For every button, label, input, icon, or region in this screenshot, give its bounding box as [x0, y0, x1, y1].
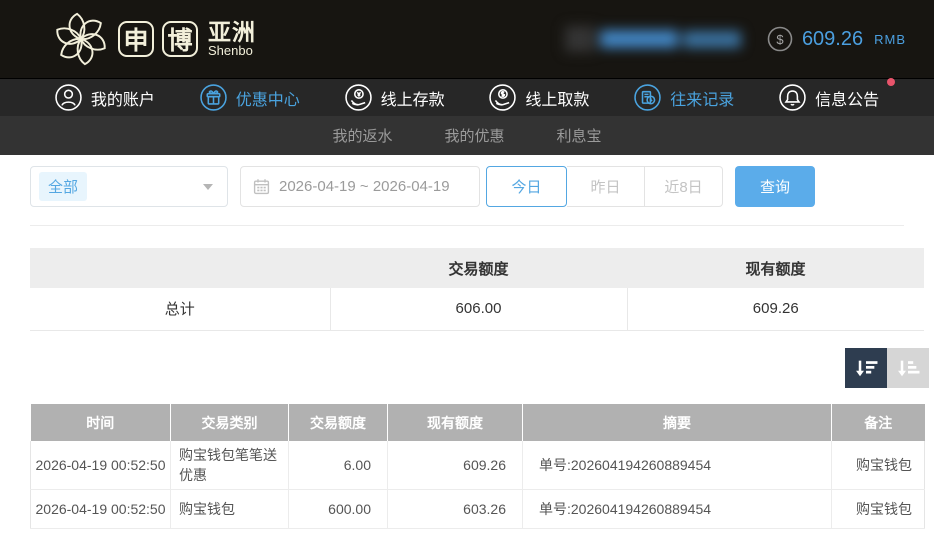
withdraw-icon [489, 84, 517, 111]
cell-summary: 单号:202604194260889454 [522, 441, 832, 490]
balance-amount: 609.26 [801, 27, 864, 50]
sort-descending-button[interactable] [845, 348, 887, 388]
search-button[interactable]: 查询 [735, 166, 815, 207]
summary-header-transaction: 交易额度 [330, 248, 627, 288]
sort-ascending-button[interactable] [887, 348, 929, 388]
nav-item-announcements[interactable]: 信息公告 [779, 78, 896, 111]
summary-header-empty [30, 248, 330, 288]
nav-label: 优惠中心 [235, 91, 300, 109]
brand-region: 亚洲 [208, 19, 256, 46]
summary-total-label: 总计 [30, 288, 331, 331]
table-row: 2026-04-19 00:52:50 购宝钱包笔笔送优惠 6.00 609.2… [30, 441, 925, 490]
col-header-amount: 交易额度 [288, 404, 388, 441]
account-area: $ 609.26 RMB [564, 26, 906, 52]
user-icon [55, 84, 82, 111]
gift-icon [199, 84, 227, 111]
nav-item-transaction-records[interactable]: 往来记录 [634, 84, 734, 111]
brand-char-2: 博 [162, 21, 198, 57]
nav-label: 线上取款 [525, 91, 590, 109]
last-8-days-button[interactable]: 近8日 [645, 166, 723, 207]
summary-header-balance: 现有额度 [627, 248, 924, 288]
records-table: 时间 交易类别 交易额度 现有额度 摘要 备注 2026-04-19 00:52… [30, 404, 925, 529]
main-nav: 我的账户 优惠中心 线上存款 线上取款 往来记录 信息公告 [0, 78, 934, 116]
sort-controls [845, 348, 929, 388]
cell-time: 2026-04-19 00:52:50 [30, 441, 171, 490]
col-header-summary: 摘要 [522, 404, 832, 441]
table-row: 2026-04-19 00:52:50 购宝钱包 600.00 603.26 单… [30, 489, 925, 529]
top-header: 申 博 亚洲 Shenbo $ 609.26 RMB [0, 0, 934, 78]
nav-label: 我的账户 [90, 91, 155, 109]
col-header-balance: 现有额度 [387, 404, 523, 441]
section-divider [30, 225, 904, 226]
notification-dot [887, 78, 896, 86]
balance-currency: RMB [874, 31, 906, 47]
cell-amount: 600.00 [288, 489, 388, 529]
nav-label: 线上存款 [380, 91, 445, 109]
subnav-item-promos[interactable]: 我的优惠 [444, 125, 504, 146]
cell-type: 购宝钱包笔笔送优惠 [170, 441, 289, 490]
nav-item-deposit[interactable]: 线上存款 [344, 84, 445, 111]
summary-total-transaction: 606.00 [329, 288, 628, 331]
brand-name-en: Shenbo [208, 43, 253, 59]
brand-char-1: 申 [118, 21, 154, 57]
chevron-down-icon [203, 183, 213, 190]
today-button[interactable]: 今日 [486, 166, 567, 207]
deposit-icon [344, 84, 372, 111]
records-header-row: 时间 交易类别 交易额度 现有额度 摘要 备注 [30, 404, 925, 441]
brand-logo[interactable]: 申 博 亚洲 Shenbo [52, 10, 256, 68]
summary-table: 交易额度 现有额度 总计 606.00 609.26 [30, 248, 924, 331]
nav-label: 信息公告 [815, 91, 880, 109]
cell-balance: 609.26 [387, 441, 523, 490]
sort-amount-asc-icon [897, 360, 919, 376]
svg-text:$: $ [776, 32, 784, 47]
yesterday-button[interactable]: 昨日 [567, 166, 645, 207]
cell-type: 购宝钱包 [170, 489, 289, 529]
nav-label: 往来记录 [670, 91, 735, 109]
cell-note: 购宝钱包 [831, 441, 925, 490]
bell-icon [779, 84, 806, 111]
sub-nav: 我的返水 我的优惠 利息宝 [0, 116, 934, 155]
nav-item-promotions[interactable]: 优惠中心 [199, 84, 300, 111]
nav-item-my-account[interactable]: 我的账户 [55, 84, 155, 111]
summary-total-balance: 609.26 [626, 288, 924, 331]
cell-balance: 603.26 [387, 489, 523, 529]
content-area: 全部 2026-04-19 ~ 2026-04-19 今日 昨日 近8日 查询 … [0, 155, 934, 533]
date-range-value: 2026-04-19 ~ 2026-04-19 [279, 178, 450, 195]
calendar-icon [253, 179, 270, 195]
cell-amount: 6.00 [288, 441, 388, 490]
col-header-note: 备注 [831, 404, 925, 441]
sort-amount-desc-icon [855, 360, 877, 376]
type-select[interactable]: 全部 [30, 166, 228, 207]
type-selected-chip: 全部 [39, 172, 88, 201]
col-header-time: 时间 [30, 404, 171, 441]
dollar-coin-icon: $ [767, 26, 793, 52]
username-redacted [564, 26, 741, 52]
cell-note: 购宝钱包 [831, 489, 925, 529]
cell-time: 2026-04-19 00:52:50 [30, 489, 171, 529]
col-header-type: 交易类别 [170, 404, 289, 441]
cell-summary: 单号:202604194260889454 [522, 489, 832, 529]
flower-logo-icon [56, 12, 106, 66]
subnav-item-interest[interactable]: 利息宝 [557, 125, 602, 146]
date-range-input[interactable]: 2026-04-19 ~ 2026-04-19 [240, 166, 480, 207]
nav-item-withdraw[interactable]: 线上取款 [489, 84, 589, 111]
records-icon [634, 84, 662, 111]
summary-total-row: 总计 606.00 609.26 [30, 288, 924, 331]
subnav-item-rebate[interactable]: 我的返水 [332, 125, 392, 146]
quick-date-buttons: 今日 昨日 近8日 [486, 166, 723, 207]
balance-display[interactable]: $ 609.26 RMB [767, 26, 906, 52]
